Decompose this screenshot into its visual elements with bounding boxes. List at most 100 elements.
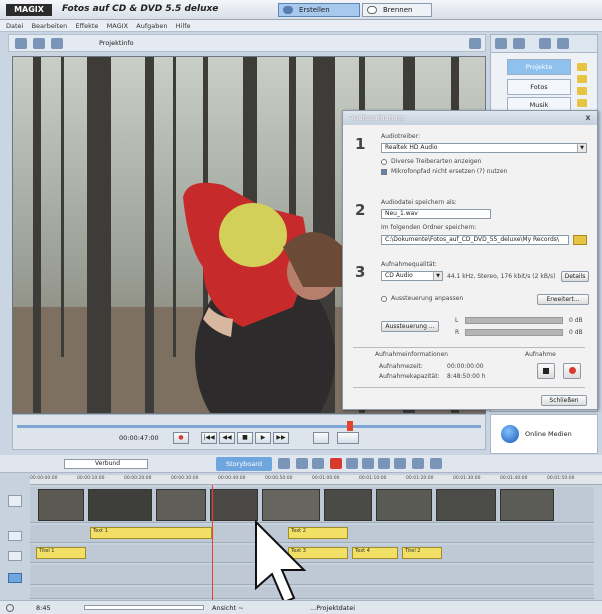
diverse-drivers-radio[interactable] [381, 159, 387, 165]
folder-icon [577, 63, 587, 71]
video-clip[interactable] [376, 489, 432, 521]
zoom-label: Ansicht ~ [212, 604, 244, 612]
settings-icon[interactable] [469, 38, 481, 49]
video-clip[interactable] [436, 489, 496, 521]
navigate-icon[interactable] [495, 38, 507, 49]
text-clip[interactable]: Titel 1 [36, 547, 86, 559]
quality-select[interactable]: CD Audio ▼ [381, 271, 443, 281]
menu-tasks[interactable]: Aufgaben [136, 20, 167, 32]
mic-path-label: Mikrofonpfad nicht ersetzen (?) nutzen [391, 168, 508, 175]
track-audio-icon[interactable] [8, 573, 22, 583]
menu-magix[interactable]: MAGIX [107, 20, 128, 32]
text-clip[interactable]: Text 4 [352, 547, 398, 559]
text-track-1[interactable]: Text 1 Text 2 [30, 525, 594, 543]
record-label: Aufnahme [525, 351, 556, 358]
stop-button[interactable] [537, 363, 555, 379]
audio-recording-dialog: Audioaufnahme x 1 Audiotreiber: Realtek … [342, 110, 598, 410]
advanced-button[interactable]: Erweitert... [537, 294, 589, 305]
rewind-button[interactable]: ◀◀ [219, 432, 235, 444]
title-bar: MAGIX Fotos auf CD & DVD 5.5 deluxe Erst… [0, 0, 602, 20]
empty-track[interactable] [30, 587, 594, 599]
new-icon[interactable] [15, 38, 27, 49]
save-icon[interactable] [51, 38, 63, 49]
media-pool-toolbar [491, 35, 597, 53]
divider [353, 347, 585, 348]
driver-select[interactable]: Realtek HD Audio ▼ [381, 143, 587, 153]
filename-field[interactable]: Neu_1.wav [381, 209, 491, 219]
video-clip[interactable] [210, 489, 258, 521]
stop-transport-button[interactable]: ■ [237, 432, 253, 444]
position-slider[interactable] [17, 425, 481, 428]
auto-level-radio[interactable] [381, 296, 387, 302]
text-clip[interactable]: Titel 2 [402, 547, 442, 559]
track-video-icon[interactable] [8, 495, 22, 507]
trash-icon[interactable] [430, 458, 442, 469]
playhead[interactable] [212, 485, 213, 605]
position-handle[interactable] [347, 421, 353, 431]
storyboard-button[interactable]: Storyboard [216, 457, 272, 471]
meter-right-db: 0 dB [569, 329, 583, 336]
video-clip[interactable] [262, 489, 320, 521]
ungroup-icon[interactable] [378, 458, 390, 469]
app-title: Fotos auf CD & DVD 5.5 deluxe [62, 4, 219, 14]
level-button[interactable]: Aussteuerung ... [381, 321, 439, 332]
meter-left-db: 0 dB [569, 317, 583, 324]
menu-edit[interactable]: Bearbeiten [32, 20, 68, 32]
mode-create-button[interactable]: Erstellen [278, 3, 360, 17]
speed-select[interactable] [337, 432, 359, 444]
track-text-icon[interactable] [8, 531, 22, 541]
close-icon[interactable]: x [583, 112, 593, 123]
timeline-ruler[interactable]: 00:00:00:00 00:00:10:00 00:00:20:00 00:00:3… [30, 475, 602, 485]
undo-icon[interactable] [296, 458, 308, 469]
menu-help[interactable]: Hilfe [176, 20, 191, 32]
mic-path-checkbox[interactable] [381, 169, 387, 175]
zoom-slider[interactable] [84, 605, 204, 610]
audio-track[interactable] [30, 565, 594, 585]
play-button[interactable]: ▶ [255, 432, 271, 444]
mode-create-label: Erstellen [299, 6, 330, 14]
fast-forward-button[interactable]: ▶▶ [273, 432, 289, 444]
mode-select[interactable]: Verbund [64, 459, 148, 469]
menu-effects[interactable]: Effekte [76, 20, 99, 32]
search-icon[interactable] [513, 38, 525, 49]
track-text-icon[interactable] [8, 551, 22, 561]
group-icon[interactable] [362, 458, 374, 469]
record-transport-button[interactable]: ● [173, 432, 189, 444]
grid-icon[interactable] [539, 38, 551, 49]
paste-icon[interactable] [412, 458, 424, 469]
text-clip[interactable]: Text 1 [90, 527, 212, 539]
video-clip[interactable] [156, 489, 206, 521]
online-media-label: Online Medien [525, 430, 572, 438]
save-as-label: Audiodatei speichern als: [381, 199, 457, 206]
browse-folder-icon[interactable] [573, 235, 587, 245]
view-icon[interactable] [557, 38, 569, 49]
go-start-button[interactable]: |◀◀ [201, 432, 217, 444]
redo-icon[interactable] [312, 458, 324, 469]
ruler-tick-label: 00:01:10:00 [359, 476, 387, 481]
video-clip[interactable] [324, 489, 372, 521]
copy-icon[interactable] [394, 458, 406, 469]
mode-burn-button[interactable]: Brennen [362, 3, 432, 17]
tab-projects[interactable]: Projekte [507, 59, 571, 75]
video-track[interactable] [30, 487, 594, 523]
delete-icon[interactable] [330, 458, 342, 469]
online-media-button[interactable]: Online Medien [490, 414, 598, 454]
menu-file[interactable]: Datei [6, 20, 23, 32]
info-icon[interactable] [6, 604, 14, 612]
dialog-title: Audioaufnahme [349, 114, 405, 122]
text-track-2[interactable]: Titel 1 Text 3 Text 4 Titel 2 [30, 545, 594, 563]
tab-photos[interactable]: Fotos [507, 79, 571, 95]
cut-icon[interactable] [278, 458, 290, 469]
record-button[interactable] [563, 363, 581, 379]
quality-info: 44.1 kHz, Stereo, 176 kbit/s (2 kB/s) [447, 273, 556, 280]
video-clip[interactable] [88, 489, 152, 521]
quality-details-button[interactable]: Details [561, 271, 589, 282]
project-info-label[interactable]: Projektinfo [99, 39, 134, 47]
volume-icon[interactable] [313, 432, 329, 444]
split-icon[interactable] [346, 458, 358, 469]
video-clip[interactable] [38, 489, 84, 521]
open-icon[interactable] [33, 38, 45, 49]
close-dialog-button[interactable]: Schließen [541, 395, 587, 406]
folder-path-field[interactable]: C:\Dokumente\Fotos_auf_CD_DVD_55_deluxe\… [381, 235, 569, 245]
video-clip[interactable] [500, 489, 554, 521]
